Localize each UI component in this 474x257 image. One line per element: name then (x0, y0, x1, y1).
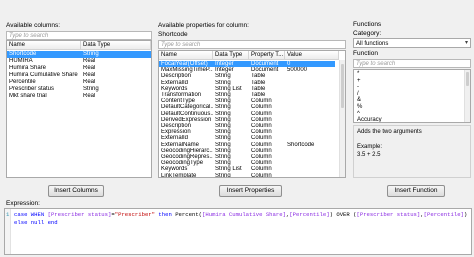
property-row-name: LinkTemplate (161, 172, 197, 178)
column-row-name: Shortcode (9, 51, 37, 57)
insert-properties-button[interactable]: Insert Properties (219, 185, 282, 197)
example-label: Example: (357, 144, 383, 150)
expression-token: Percent( (175, 211, 203, 218)
expression-line-2: else null end (14, 219, 58, 226)
function-list-item[interactable]: / (354, 91, 464, 98)
functions-search-input[interactable]: Type to search (353, 59, 471, 68)
column-row-type: Real (83, 79, 96, 85)
expression-token: [Prescriber status] (356, 211, 421, 218)
property-header-value[interactable]: Value (285, 51, 339, 60)
column-row-name: Percentile (9, 79, 36, 85)
expression-token: [Percentile] (289, 211, 330, 218)
function-description-panel: Adds the two arguments Example: 3.5 + 2.… (353, 125, 471, 178)
column-row-type: String (83, 86, 99, 92)
column-row[interactable]: HUMIRA Real (7, 58, 151, 65)
function-label: Function (353, 50, 378, 57)
properties-list[interactable]: Name Data Type Property T... Value Focal… (158, 50, 346, 178)
columns-list[interactable]: Name Data Type Shortcode String HUMIRA Real… (6, 40, 152, 178)
column-row[interactable]: Shortcode String (7, 51, 151, 58)
properties-scroll-thumb[interactable] (341, 64, 344, 108)
line-number-gutter: 1 (5, 209, 11, 254)
function-list-item[interactable]: Accuracy (354, 117, 464, 122)
functions-scrollbar[interactable] (464, 70, 470, 122)
property-header-name[interactable]: Name (159, 51, 213, 60)
property-header-data-type[interactable]: Data Type (213, 51, 249, 60)
expression-token: [Humira Cumulative Share] (202, 211, 286, 218)
column-header-data-type[interactable]: Data Type (81, 41, 151, 50)
expression-token: then (155, 211, 176, 218)
category-label: Category: (353, 30, 382, 37)
example-value: 3.5 + 2.5 (357, 152, 381, 158)
column-row-name: Prescriber status (9, 86, 55, 92)
available-columns-label: Available columns: (6, 22, 61, 29)
column-row-name: Mkt share trial (9, 93, 47, 99)
property-row-data-type: String (215, 172, 231, 178)
property-column-name: Shortcode (158, 31, 188, 38)
columns-search-input[interactable]: Type to search (6, 31, 152, 40)
category-select-value: All functions (356, 41, 389, 47)
column-row[interactable]: Mkt share trial Real (7, 93, 151, 100)
function-description: Adds the two arguments (357, 129, 422, 135)
expression-token: ) (463, 211, 468, 218)
expression-token: "Prescriber" (114, 211, 156, 218)
column-row-type: Real (83, 72, 96, 78)
function-list-item[interactable]: ^ (354, 111, 464, 118)
line-number-1: 1 (6, 211, 10, 218)
expression-token: [Prescriber status] (47, 211, 112, 218)
column-header-name[interactable]: Name (7, 41, 81, 50)
available-properties-label: Available properties for column: (158, 22, 249, 29)
expression-label: Expression: (6, 200, 40, 207)
expression-editor[interactable]: 1 case WHEN [Prescriber status]="Prescri… (4, 208, 472, 255)
column-row-type: Real (83, 93, 96, 99)
functions-scroll-thumb[interactable] (466, 72, 469, 86)
expression-token: end (47, 219, 58, 226)
column-row[interactable]: Percentile Real (7, 79, 151, 86)
column-row-name: HUMIRA (9, 58, 33, 64)
expression-token: WHEN (30, 211, 48, 218)
column-row[interactable]: Humira Cumulative Share Real (7, 72, 151, 79)
function-list-item[interactable]: + (354, 78, 464, 85)
column-row-name: Humira Share (9, 65, 47, 71)
function-list-item[interactable]: * (354, 71, 464, 78)
properties-scrollbar[interactable] (339, 60, 345, 177)
column-row-type: Real (83, 58, 96, 64)
property-header-property-type[interactable]: Property T... (249, 51, 285, 60)
expression-token: else null (14, 219, 48, 226)
column-row-type: Real (83, 65, 96, 71)
property-row[interactable]: LinkTemplate String Column (159, 172, 335, 178)
expression-token: [Percentile] (423, 211, 464, 218)
column-row[interactable]: Prescriber status String (7, 86, 151, 93)
column-row[interactable]: Humira Share Real (7, 65, 151, 72)
insert-columns-button[interactable]: Insert Columns (48, 185, 104, 197)
expression-line-1: case WHEN [Prescriber status]="Prescribe… (14, 211, 467, 218)
functions-label: Functions (353, 21, 382, 28)
property-row-property-type: Column (251, 172, 272, 178)
function-list-item[interactable]: % (354, 104, 464, 111)
column-row-type: String (83, 51, 99, 57)
category-select[interactable]: All functions ▾ (353, 38, 471, 48)
chevron-down-icon: ▾ (464, 40, 468, 46)
expression-token: ) OVER ( (329, 211, 357, 218)
functions-list[interactable]: * + - / &% ^ Accuracy (353, 69, 471, 123)
function-list-item[interactable]: & (354, 97, 464, 104)
function-list-item[interactable]: - (354, 84, 464, 91)
expression-token: case (14, 211, 31, 218)
column-row-name: Humira Cumulative Share (9, 72, 78, 78)
properties-search-input[interactable]: Type to search (158, 40, 346, 49)
insert-function-button[interactable]: Insert Function (387, 185, 445, 197)
